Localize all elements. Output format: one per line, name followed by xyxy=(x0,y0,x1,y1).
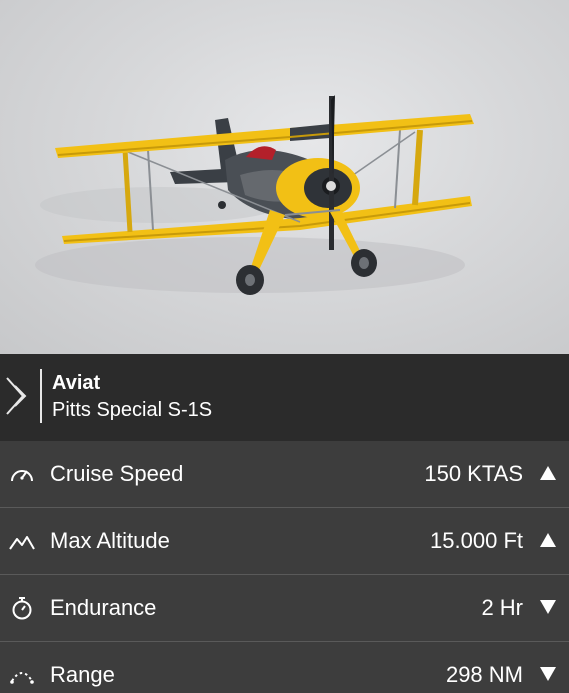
stat-value: 15.000 Ft xyxy=(430,528,523,553)
model-name: Pitts Special S-1S xyxy=(52,399,213,421)
speedometer-icon xyxy=(9,462,35,486)
aircraft-card: Aviat Pitts Special S-1S Cruise Speed 15… xyxy=(0,0,569,693)
stats-list: Cruise Speed 150 KTAS Max Altitude 15.00… xyxy=(0,441,569,693)
triangle-down-icon[interactable] xyxy=(539,599,557,615)
chevron-right-icon[interactable] xyxy=(4,376,34,421)
stat-label: Cruise Speed xyxy=(50,461,184,486)
stat-value: 2 Hr xyxy=(481,595,523,620)
stat-value: 298 NM xyxy=(445,662,523,687)
biplane-illustration xyxy=(35,95,474,295)
stopwatch-icon xyxy=(9,596,35,620)
triangle-down-icon[interactable] xyxy=(539,666,557,682)
stat-row-endurance[interactable]: Endurance 2 Hr xyxy=(0,575,569,642)
stat-label: Range xyxy=(50,662,115,687)
header-divider xyxy=(40,369,42,423)
stat-row-max-altitude[interactable]: Max Altitude 15.000 Ft xyxy=(0,508,569,575)
stat-row-range[interactable]: Range 298 NM xyxy=(0,642,569,693)
stat-label: Endurance xyxy=(50,595,157,620)
manufacturer-name: Aviat xyxy=(52,372,101,394)
triangle-up-icon[interactable] xyxy=(539,532,557,548)
aircraft-image xyxy=(0,0,569,354)
stat-row-cruise-speed[interactable]: Cruise Speed 150 KTAS xyxy=(0,441,569,508)
triangle-up-icon[interactable] xyxy=(539,465,557,481)
stat-value: 150 KTAS xyxy=(424,461,523,486)
range-arc-icon xyxy=(9,663,35,687)
mountain-icon xyxy=(9,529,35,553)
stat-label: Max Altitude xyxy=(50,528,170,553)
